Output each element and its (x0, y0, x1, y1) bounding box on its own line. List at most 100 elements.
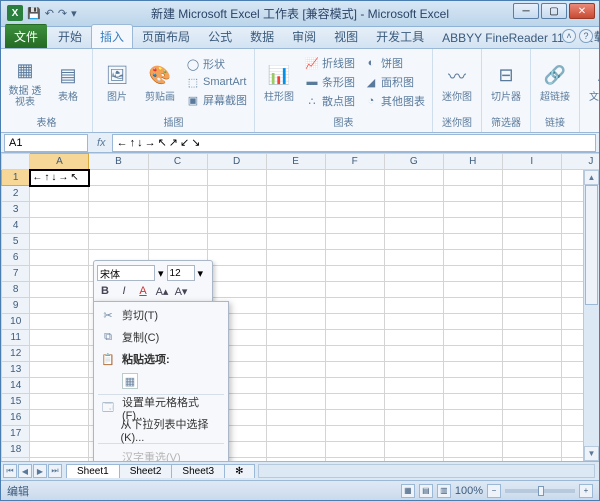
cell[interactable] (384, 378, 443, 394)
cell[interactable] (207, 234, 266, 250)
cell[interactable] (443, 234, 502, 250)
column-chart-button[interactable]: 📊柱形图 (259, 51, 299, 113)
cell[interactable] (443, 346, 502, 362)
cell[interactable] (266, 426, 325, 442)
cell[interactable] (384, 250, 443, 266)
row-header[interactable]: 15 (2, 394, 30, 410)
cell[interactable] (266, 362, 325, 378)
last-sheet-icon[interactable]: ⏭ (48, 464, 62, 478)
formula-input[interactable]: ←↑↓→↖↗↙↘ (112, 134, 596, 152)
cell[interactable] (89, 234, 148, 250)
cell[interactable] (266, 282, 325, 298)
cell[interactable] (325, 266, 384, 282)
cell[interactable] (266, 330, 325, 346)
view-layout-icon[interactable]: ▤ (419, 484, 433, 498)
cell[interactable] (266, 186, 325, 202)
cell[interactable] (502, 330, 561, 346)
cell[interactable] (443, 186, 502, 202)
shapes-button[interactable]: ◯形状 (183, 55, 250, 73)
tab-home[interactable]: 开始 (49, 24, 91, 48)
cell[interactable] (266, 378, 325, 394)
cell[interactable] (30, 314, 89, 330)
cell[interactable] (266, 442, 325, 458)
font-dropdown-icon[interactable]: ▾ (158, 267, 164, 280)
font-color-button[interactable]: A (135, 283, 151, 299)
tab-data[interactable]: 数据 (241, 24, 283, 48)
screenshot-button[interactable]: ▣屏幕截图 (183, 91, 250, 109)
scatter-chart-button[interactable]: ∴散点图 (302, 92, 358, 110)
cell[interactable] (266, 250, 325, 266)
cell[interactable] (325, 410, 384, 426)
cell[interactable] (266, 266, 325, 282)
sparkline-button[interactable]: 〰迷你图 (437, 51, 477, 113)
cell[interactable] (443, 266, 502, 282)
area-chart-button[interactable]: ◢面积图 (361, 73, 428, 91)
tab-abbyy[interactable]: ABBYY FineReader 11 (433, 27, 573, 48)
new-sheet-button[interactable]: ✻ (224, 464, 254, 478)
cell[interactable] (325, 186, 384, 202)
cell[interactable] (384, 442, 443, 458)
row-header[interactable]: 13 (2, 362, 30, 378)
cell[interactable] (30, 250, 89, 266)
row-header[interactable]: 2 (2, 186, 30, 202)
cell[interactable] (443, 426, 502, 442)
row-header[interactable]: 16 (2, 410, 30, 426)
font-shrink-button[interactable]: A▾ (173, 283, 189, 299)
cell[interactable] (384, 346, 443, 362)
cell[interactable] (443, 442, 502, 458)
cell[interactable] (384, 234, 443, 250)
picture-button[interactable]: 🖼图片 (97, 51, 137, 113)
select-all-corner[interactable] (2, 154, 30, 170)
column-header[interactable]: B (89, 154, 148, 170)
bar-chart-button[interactable]: ▬条形图 (302, 73, 358, 91)
view-normal-icon[interactable]: ▦ (401, 484, 415, 498)
cell[interactable] (266, 234, 325, 250)
tab-view[interactable]: 视图 (325, 24, 367, 48)
row-header[interactable]: 9 (2, 298, 30, 314)
cell[interactable] (266, 202, 325, 218)
cell[interactable] (30, 362, 89, 378)
excel-icon[interactable]: X (7, 5, 23, 21)
cell[interactable] (502, 442, 561, 458)
cell[interactable] (325, 170, 384, 186)
cell[interactable] (207, 250, 266, 266)
cell[interactable] (30, 346, 89, 362)
row-header[interactable]: 12 (2, 346, 30, 362)
cell[interactable] (325, 346, 384, 362)
hyperlink-button[interactable]: 🔗超链接 (535, 51, 575, 113)
scroll-down-icon[interactable]: ▼ (584, 446, 599, 461)
textbox-button[interactable]: A文本框 (584, 51, 599, 113)
tab-file[interactable]: 文件 (5, 24, 47, 48)
cell[interactable] (502, 378, 561, 394)
cell[interactable] (443, 202, 502, 218)
tab-review[interactable]: 审阅 (283, 24, 325, 48)
cell[interactable] (325, 378, 384, 394)
menu-cut[interactable]: ✂剪切(T) (94, 304, 228, 326)
row-header[interactable]: 5 (2, 234, 30, 250)
cell[interactable] (502, 202, 561, 218)
cell[interactable] (148, 218, 207, 234)
zoom-thumb[interactable] (538, 486, 544, 496)
font-size-input[interactable] (167, 265, 195, 281)
help-icon[interactable]: ? (579, 29, 593, 43)
cell[interactable] (443, 282, 502, 298)
column-header[interactable]: E (266, 154, 325, 170)
sheet-tab-1[interactable]: Sheet1 (66, 464, 120, 478)
tab-formula[interactable]: 公式 (199, 24, 241, 48)
cell[interactable] (502, 170, 561, 186)
cell[interactable] (207, 170, 266, 186)
clipart-button[interactable]: 🎨剪贴画 (140, 51, 180, 113)
cell[interactable] (266, 170, 325, 186)
qat-dropdown-icon[interactable]: ▾ (71, 7, 77, 20)
cell[interactable] (89, 202, 148, 218)
cell[interactable] (325, 442, 384, 458)
cell[interactable] (443, 170, 502, 186)
cell[interactable] (443, 378, 502, 394)
font-grow-button[interactable]: A▴ (154, 283, 170, 299)
cell[interactable] (502, 362, 561, 378)
cell[interactable] (30, 426, 89, 442)
cell[interactable] (502, 314, 561, 330)
cell[interactable] (266, 298, 325, 314)
cell[interactable] (325, 330, 384, 346)
zoom-in-button[interactable]: + (579, 484, 593, 498)
